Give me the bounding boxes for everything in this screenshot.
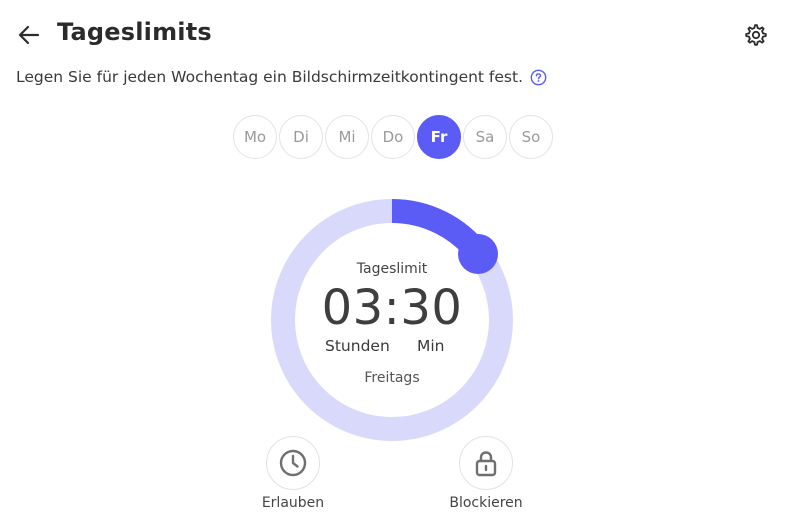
lock-icon (475, 451, 497, 477)
gear-icon (745, 24, 767, 46)
description-row: Legen Sie für jeden Wochentag ein Bildsc… (16, 68, 547, 86)
block-icon-circle[interactable] (459, 436, 513, 490)
weekday-selector: Mo Di Mi Do Fr Sa So (233, 115, 553, 159)
day-button-sa[interactable]: Sa (463, 115, 507, 159)
block-label: Blockieren (449, 495, 523, 511)
clock-icon (279, 449, 307, 477)
description-text: Legen Sie für jeden Wochentag ein Bildsc… (16, 68, 524, 86)
day-button-mo[interactable]: Mo (233, 115, 277, 159)
question-circle-icon[interactable] (530, 69, 547, 86)
dial-caption: Tageslimit (356, 261, 428, 277)
block-button[interactable]: Blockieren (431, 436, 541, 511)
allow-label: Erlauben (261, 495, 325, 511)
day-button-di[interactable]: Di (279, 115, 323, 159)
minutes-label: Min (417, 337, 445, 355)
allow-button[interactable]: Erlauben (238, 436, 348, 511)
page-title: Tageslimits (57, 18, 212, 46)
arrow-left-icon (18, 25, 40, 45)
time-value: 03:30 (321, 280, 463, 336)
selected-day-label: Freitags (364, 370, 420, 386)
settings-button[interactable] (744, 23, 768, 47)
day-button-fr[interactable]: Fr (417, 115, 461, 159)
day-button-do[interactable]: Do (371, 115, 415, 159)
back-button[interactable] (16, 22, 42, 48)
day-button-so[interactable]: So (509, 115, 553, 159)
allow-icon-circle[interactable] (266, 436, 320, 490)
hours-label: Stunden (325, 337, 390, 355)
day-button-mi[interactable]: Mi (325, 115, 369, 159)
